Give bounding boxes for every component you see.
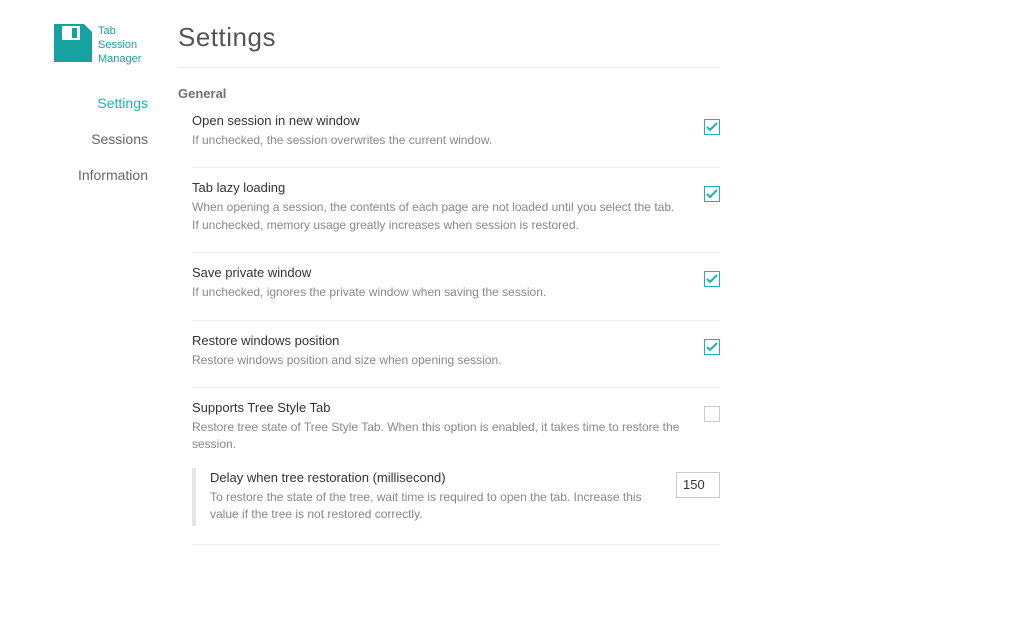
setting-title: Tab lazy loading <box>192 180 684 195</box>
setting-desc: Restore windows position and size when o… <box>192 352 684 369</box>
sub-setting-tree-delay: Delay when tree restoration (millisecond… <box>192 468 720 526</box>
setting-open-new-window: Open session in new window If unchecked,… <box>192 113 720 168</box>
section-heading-general: General <box>178 86 720 101</box>
page-title: Settings <box>178 22 720 53</box>
setting-desc: If unchecked, the session overwrites the… <box>192 132 684 149</box>
setting-desc: If unchecked, ignores the private window… <box>192 284 684 301</box>
tree-delay-input[interactable] <box>676 472 720 498</box>
checkbox-restore-position[interactable] <box>704 339 720 355</box>
sidebar-nav: Settings Sessions Information <box>0 85 160 193</box>
app-logo-block: Tab Session Manager <box>0 22 160 67</box>
main-content: Settings General Open session in new win… <box>160 0 720 585</box>
setting-lazy-loading: Tab lazy loading When opening a session,… <box>192 168 720 253</box>
sub-setting-title: Delay when tree restoration (millisecond… <box>210 470 662 485</box>
nav-item-information[interactable]: Information <box>0 157 148 193</box>
setting-save-private: Save private window If unchecked, ignore… <box>192 253 720 320</box>
setting-title: Save private window <box>192 265 684 280</box>
setting-title: Restore windows position <box>192 333 684 348</box>
checkbox-tree-style-tab[interactable] <box>704 406 720 422</box>
app-name: Tab Session Manager <box>98 22 141 66</box>
setting-tree-style-tab: Supports Tree Style Tab Restore tree sta… <box>192 388 720 545</box>
checkbox-lazy-loading[interactable] <box>704 186 720 202</box>
checkbox-save-private[interactable] <box>704 271 720 287</box>
floppy-disk-icon <box>52 22 94 67</box>
sidebar: Tab Session Manager Settings Sessions In… <box>0 0 160 585</box>
setting-title: Supports Tree Style Tab <box>192 400 684 415</box>
settings-list: Open session in new window If unchecked,… <box>178 113 720 545</box>
setting-desc: Restore tree state of Tree Style Tab. Wh… <box>192 419 684 454</box>
divider <box>178 67 720 68</box>
setting-desc: When opening a session, the contents of … <box>192 199 684 234</box>
sub-setting-desc: To restore the state of the tree, wait t… <box>210 489 662 524</box>
setting-restore-position: Restore windows position Restore windows… <box>192 321 720 388</box>
nav-item-settings[interactable]: Settings <box>0 85 148 121</box>
checkbox-open-new-window[interactable] <box>704 119 720 135</box>
nav-item-sessions[interactable]: Sessions <box>0 121 148 157</box>
setting-title: Open session in new window <box>192 113 684 128</box>
